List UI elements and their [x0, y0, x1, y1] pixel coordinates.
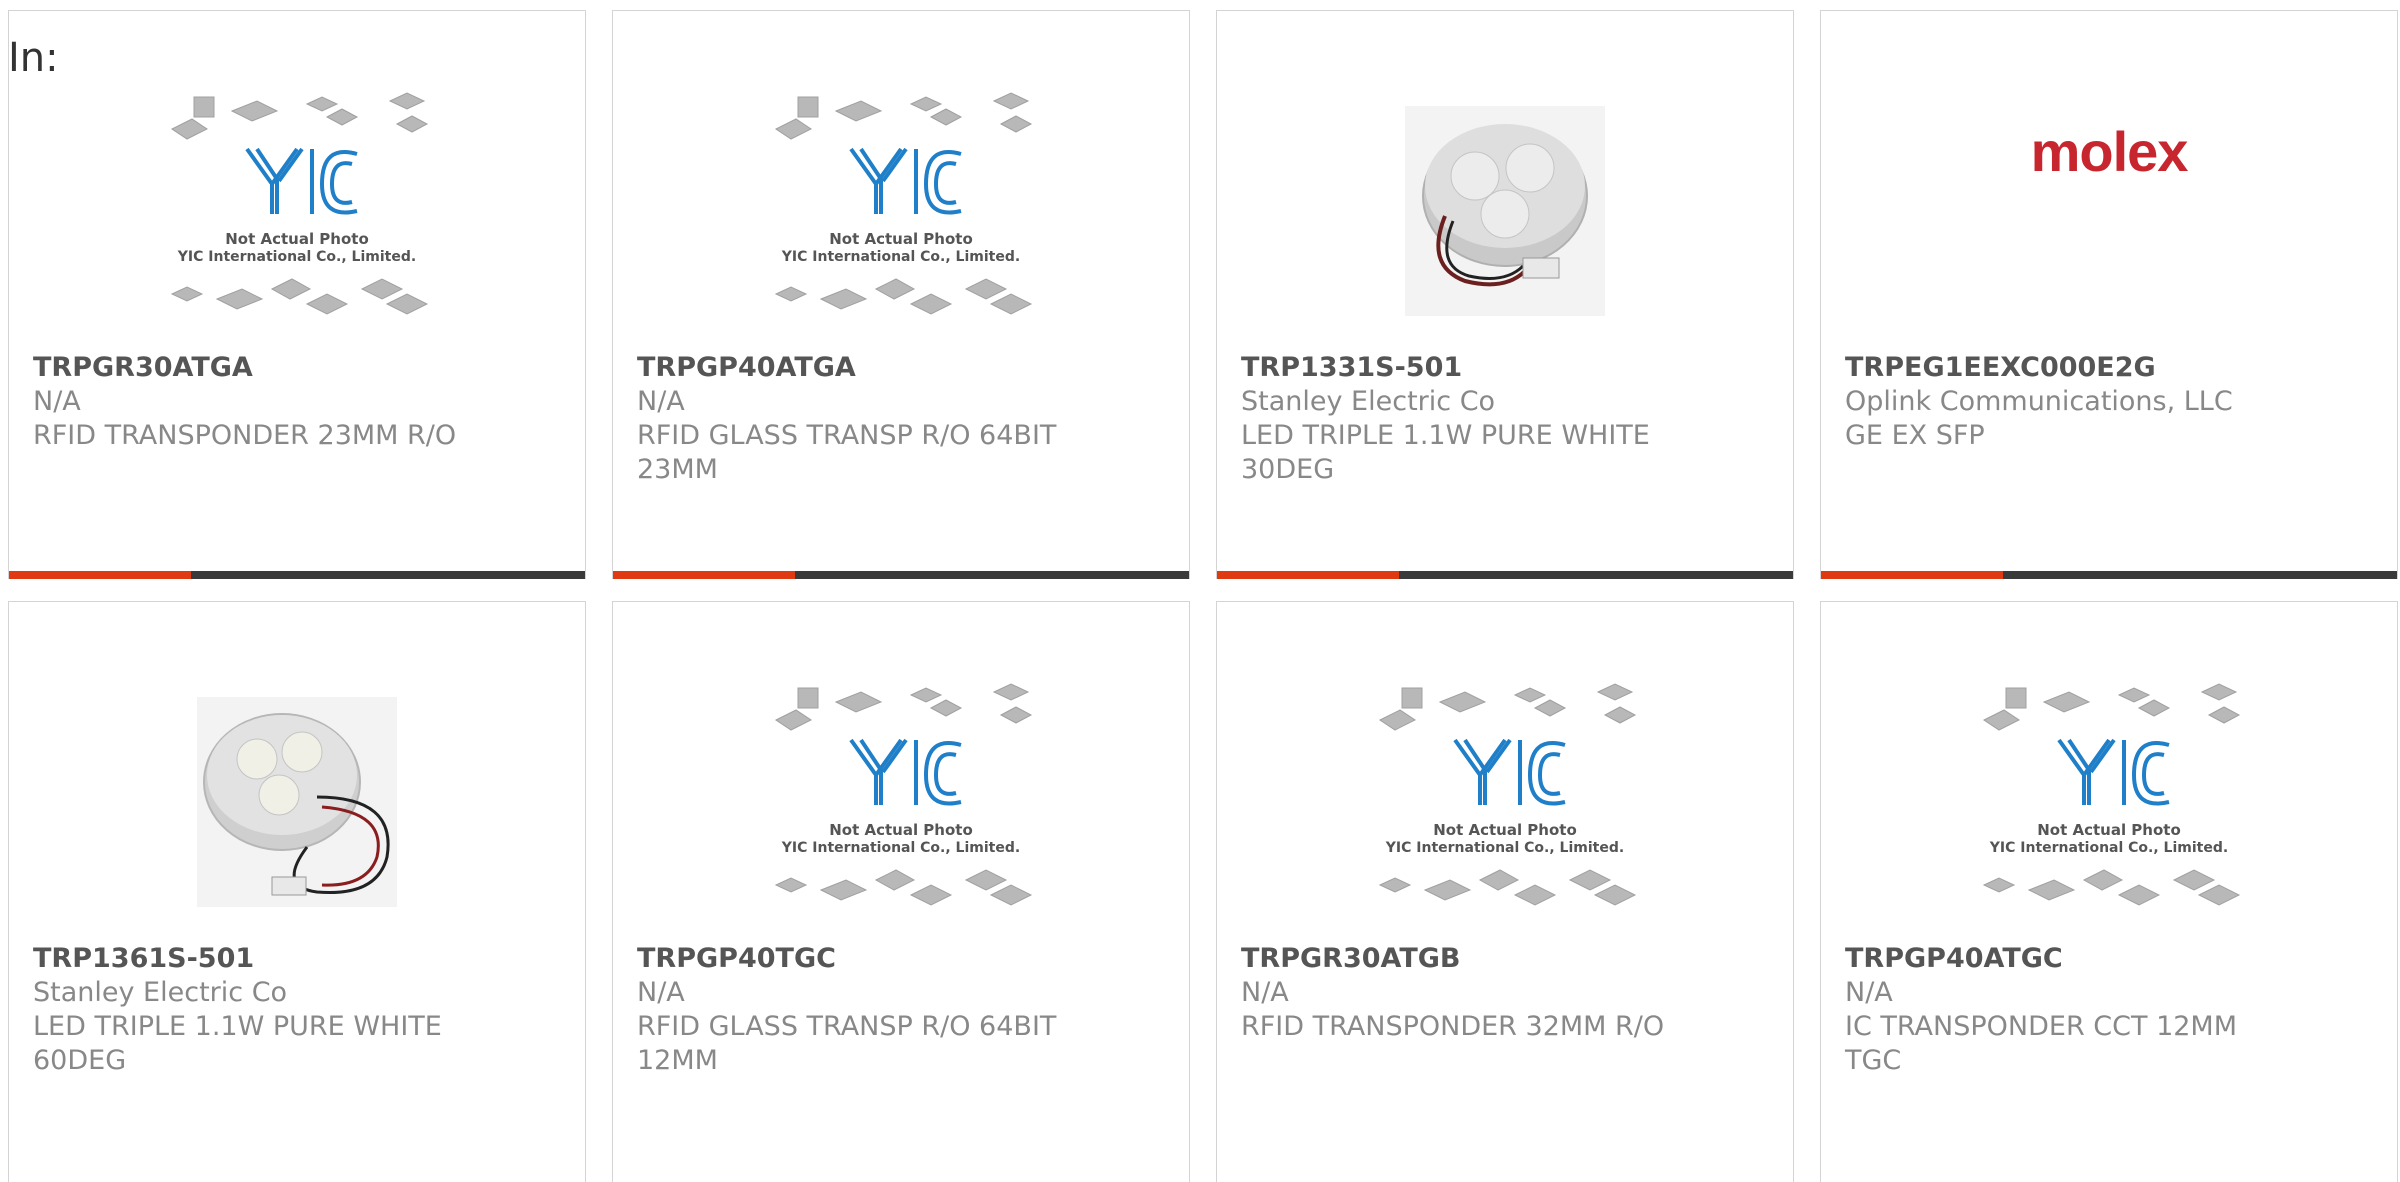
description: RFID TRANSPONDER 32MM R/O [1241, 1011, 1665, 1042]
svg-text:YIC International Co., Limited: YIC International Co., Limited. [177, 249, 416, 265]
product-card[interactable]: Not Actual Photo YIC International Co., … [612, 601, 1190, 1182]
description-cont: 12MM [637, 1045, 718, 1076]
description: LED TRIPLE 1.1W PURE WHITE [1241, 420, 1650, 451]
svg-text:Not Actual Photo: Not Actual Photo [829, 230, 973, 248]
yic-placeholder-image: Not Actual Photo YIC International Co., … [170, 91, 429, 315]
product-image[interactable] [9, 662, 585, 942]
part-number[interactable]: TRPGR30ATGA [33, 351, 561, 385]
product-image-placeholder[interactable]: Not Actual Photo YIC International Co., … [1821, 662, 2397, 942]
part-number[interactable]: TRP1361S-501 [33, 942, 561, 976]
description-cont: 30DEG [1241, 454, 1335, 485]
svg-text:YIC International Co., Limited: YIC International Co., Limited. [781, 249, 1020, 265]
yic-placeholder-image: Not Actual Photo YIC International Co., … [1378, 682, 1637, 906]
product-image-placeholder[interactable]: Not Actual Photo YIC International Co., … [613, 71, 1189, 351]
card-accent-bar [9, 571, 585, 579]
product-card[interactable]: Not Actual Photo YIC International Co., … [1216, 601, 1794, 1182]
manufacturer: N/A [1241, 977, 1289, 1008]
product-info: TRPGR30ATGB N/A RFID TRANSPONDER 32MM R/… [1241, 942, 1769, 1044]
product-card[interactable]: molex TRPEG1EEXC000E2G Oplink Communicat… [1820, 10, 2398, 579]
description: GE EX SFP [1845, 420, 1985, 451]
manufacturer: Stanley Electric Co [1241, 386, 1496, 417]
page-label: In: [8, 35, 59, 81]
svg-text:YIC International Co., Limited: YIC International Co., Limited. [781, 840, 1020, 856]
product-image[interactable] [1217, 71, 1793, 351]
product-card[interactable]: TRP1331S-501 Stanley Electric Co LED TRI… [1216, 10, 1794, 579]
description: IC TRANSPONDER CCT 12MM [1845, 1011, 2238, 1042]
yic-logo-icon [849, 147, 962, 214]
yic-placeholder-image: Not Actual Photo YIC International Co., … [774, 682, 1033, 906]
card-accent-bar [613, 571, 1189, 579]
molex-logo-icon: molex [2030, 119, 2189, 183]
svg-text:Not Actual Photo: Not Actual Photo [225, 230, 369, 248]
yic-placeholder-image: Not Actual Photo YIC International Co., … [774, 91, 1033, 315]
description-cont: TGC [1845, 1045, 1902, 1076]
product-image-placeholder[interactable]: Not Actual Photo YIC International Co., … [613, 662, 1189, 942]
svg-text:Not Actual Photo: Not Actual Photo [1433, 821, 1577, 839]
product-card[interactable]: Not Actual Photo YIC International Co., … [612, 10, 1190, 579]
svg-text:Not Actual Photo: Not Actual Photo [829, 821, 973, 839]
description: RFID GLASS TRANSP R/O 64BIT [637, 420, 1057, 451]
manufacturer: Stanley Electric Co [33, 977, 288, 1008]
manufacturer: N/A [1845, 977, 1893, 1008]
part-number[interactable]: TRPGP40ATGC [1845, 942, 2373, 976]
product-card[interactable]: TRP1361S-501 Stanley Electric Co LED TRI… [8, 601, 586, 1182]
product-info: TRPGP40ATGC N/A IC TRANSPONDER CCT 12MM … [1845, 942, 2373, 1078]
card-accent-bar [1821, 571, 2397, 579]
led-module-photo [197, 697, 397, 907]
product-image-placeholder[interactable]: Not Actual Photo YIC International Co., … [9, 71, 585, 351]
yic-placeholder-image: Not Actual Photo YIC International Co., … [1982, 682, 2241, 906]
product-info: TRP1361S-501 Stanley Electric Co LED TRI… [33, 942, 561, 1078]
svg-text:YIC International Co., Limited: YIC International Co., Limited. [1989, 840, 2228, 856]
product-info: TRPGR30ATGA N/A RFID TRANSPONDER 23MM R/… [33, 351, 561, 453]
manufacturer: Oplink Communications, LLC [1845, 386, 2233, 417]
part-number[interactable]: TRP1331S-501 [1241, 351, 1769, 385]
yic-logo-icon [2057, 738, 2170, 805]
product-info: TRPGP40ATGA N/A RFID GLASS TRANSP R/O 64… [637, 351, 1165, 487]
yic-logo-icon [1453, 738, 1566, 805]
card-accent-bar [1217, 571, 1793, 579]
manufacturer: N/A [637, 977, 685, 1008]
product-image[interactable]: molex [1821, 51, 2397, 251]
part-number[interactable]: TRPGR30ATGB [1241, 942, 1769, 976]
description-cont: 60DEG [33, 1045, 127, 1076]
description: LED TRIPLE 1.1W PURE WHITE [33, 1011, 442, 1042]
svg-text:YIC International Co., Limited: YIC International Co., Limited. [1385, 840, 1624, 856]
product-info: TRPEG1EEXC000E2G Oplink Communications, … [1845, 351, 2373, 453]
description-cont: 23MM [637, 454, 718, 485]
svg-text:Not Actual Photo: Not Actual Photo [2037, 821, 2181, 839]
product-info: TRP1331S-501 Stanley Electric Co LED TRI… [1241, 351, 1769, 487]
manufacturer: N/A [33, 386, 81, 417]
led-module-photo [1405, 106, 1605, 316]
product-grid: Not Actual Photo YIC International Co., … [8, 10, 2400, 1182]
yic-logo-icon [245, 147, 358, 214]
description: RFID TRANSPONDER 23MM R/O [33, 420, 457, 451]
product-card[interactable]: Not Actual Photo YIC International Co., … [8, 10, 586, 579]
yic-logo-icon [849, 738, 962, 805]
product-card[interactable]: Not Actual Photo YIC International Co., … [1820, 601, 2398, 1182]
manufacturer: N/A [637, 386, 685, 417]
part-number[interactable]: TRPGP40TGC [637, 942, 1165, 976]
product-info: TRPGP40TGC N/A RFID GLASS TRANSP R/O 64B… [637, 942, 1165, 1078]
part-number[interactable]: TRPGP40ATGA [637, 351, 1165, 385]
product-image-placeholder[interactable]: Not Actual Photo YIC International Co., … [1217, 662, 1793, 942]
description: RFID GLASS TRANSP R/O 64BIT [637, 1011, 1057, 1042]
part-number[interactable]: TRPEG1EEXC000E2G [1845, 351, 2373, 385]
